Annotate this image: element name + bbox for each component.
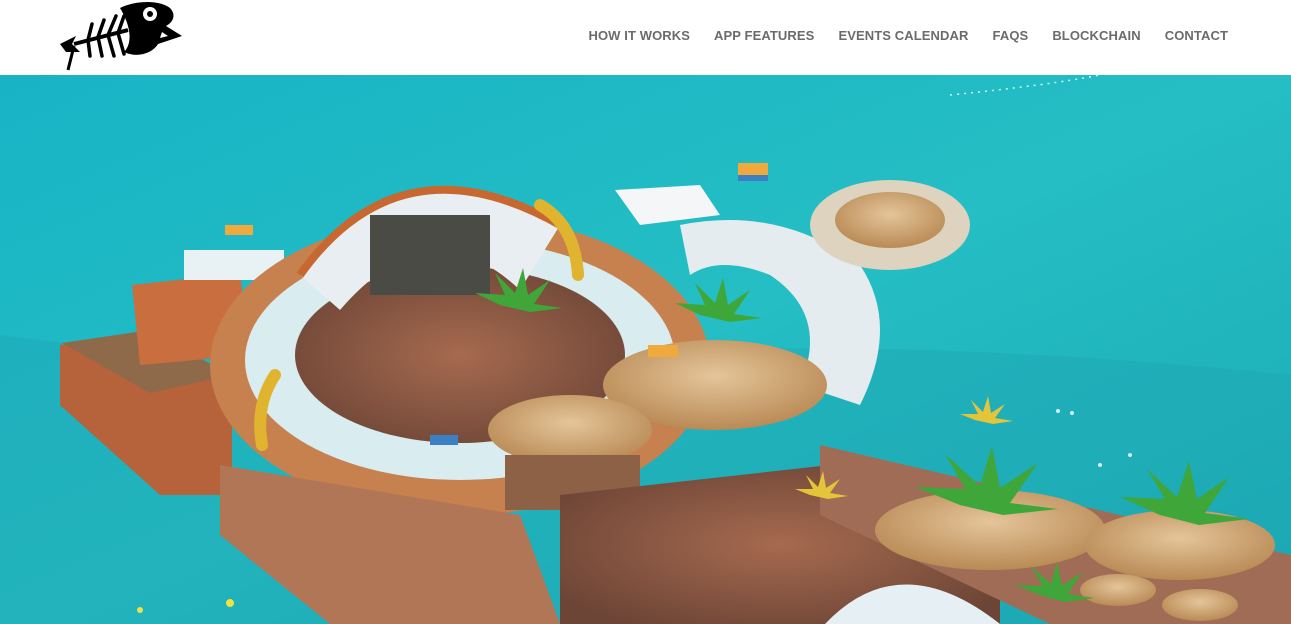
main-nav: HOW IT WORKS APP FEATURES EVENTS CALENDA…	[588, 0, 1228, 70]
site-header: HOW IT WORKS APP FEATURES EVENTS CALENDA…	[0, 0, 1291, 75]
nav-faqs[interactable]: FAQS	[993, 28, 1029, 43]
nav-blockchain[interactable]: BLOCKCHAIN	[1052, 28, 1140, 43]
nav-app-features[interactable]: APP FEATURES	[714, 28, 814, 43]
nav-events-calendar[interactable]: EVENTS CALENDAR	[838, 28, 968, 43]
nav-contact[interactable]: CONTACT	[1165, 28, 1228, 43]
floating-club-illustration	[0, 75, 1291, 624]
hero-image	[0, 75, 1291, 624]
nav-how-it-works[interactable]: HOW IT WORKS	[588, 28, 690, 43]
site-logo[interactable]	[58, 0, 184, 72]
fish-skeleton-logo-icon	[60, 2, 182, 71]
